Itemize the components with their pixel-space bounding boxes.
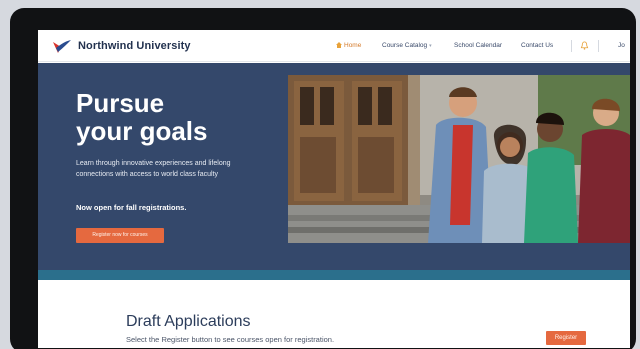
nav-divider	[598, 40, 599, 52]
nav-course-catalog[interactable]: Course Catalog ▾	[382, 42, 432, 49]
nav-course-catalog-label: Course Catalog	[382, 42, 428, 49]
nav-home[interactable]: Home	[336, 42, 361, 49]
nav-home-label: Home	[344, 42, 362, 49]
hero-banner: Pursue your goals Learn through innovati…	[38, 63, 630, 270]
register-button[interactable]: Register	[546, 331, 586, 345]
site-header: Northwind University Home Course Catalog…	[38, 30, 630, 62]
nav-school-calendar[interactable]: School Calendar	[454, 42, 502, 49]
hero-title: Pursue your goals	[76, 89, 276, 145]
draft-applications-description: Select the Register button to see course…	[126, 335, 335, 344]
nav-divider	[571, 40, 572, 52]
browser-viewport: Northwind University Home Course Catalog…	[38, 30, 630, 348]
bird-logo-icon[interactable]	[52, 38, 72, 54]
accent-stripe	[38, 270, 630, 280]
chevron-down-icon: ▾	[429, 43, 432, 49]
site-brand-name[interactable]: Northwind University	[78, 40, 191, 52]
user-menu[interactable]: Jo	[618, 42, 625, 49]
hero-title-line-2: your goals	[76, 116, 208, 146]
nav-contact-us[interactable]: Contact Us	[521, 42, 553, 49]
device-frame: Northwind University Home Course Catalog…	[10, 8, 636, 349]
hero-students-photo	[288, 75, 630, 243]
hero-title-line-1: Pursue	[76, 88, 165, 118]
register-now-button[interactable]: Register now for courses	[76, 228, 164, 243]
draft-applications-title: Draft Applications	[126, 313, 251, 330]
home-icon	[336, 42, 342, 48]
hero-description: Learn through innovative experiences and…	[76, 160, 231, 178]
hero-open-notice: Now open for fall registrations.	[76, 203, 187, 212]
bell-icon[interactable]	[580, 41, 589, 50]
